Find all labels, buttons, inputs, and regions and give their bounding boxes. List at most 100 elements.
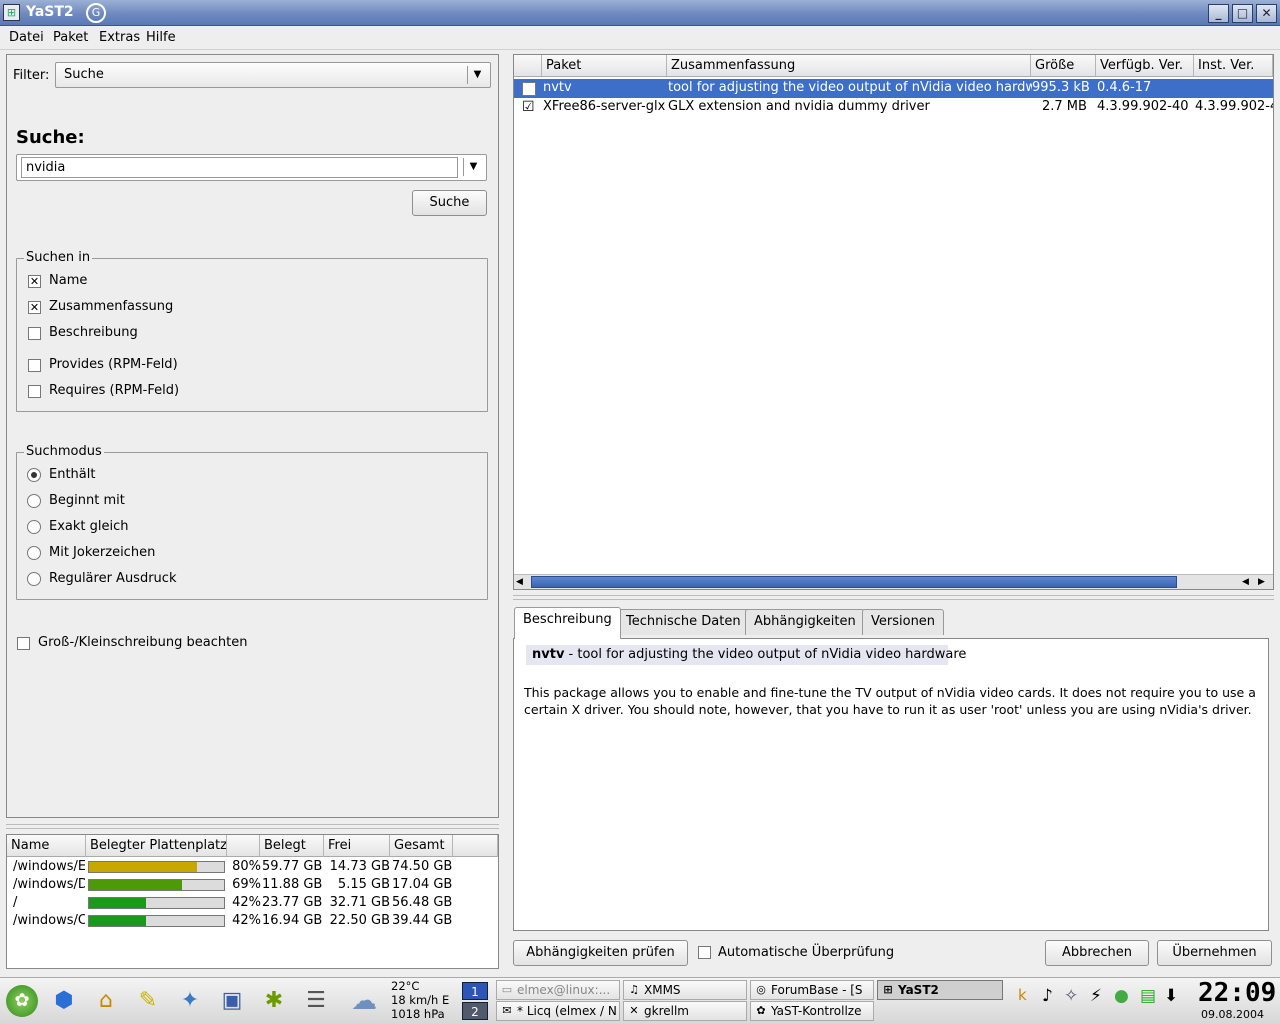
title-bar[interactable]: ⊞ YaST2 G _ □ ✕ [0, 0, 1280, 26]
minimize-button[interactable]: _ [1208, 4, 1229, 23]
cube-icon[interactable]: ⬢ [48, 985, 80, 1017]
disk-usage-fill [89, 898, 146, 908]
scrollbar-thumb[interactable] [531, 576, 1177, 588]
task-yast-control[interactable]: ✿ YaST-Kontrollze [750, 1001, 874, 1021]
settings-icon[interactable]: ✧ [1064, 986, 1078, 1006]
search-text[interactable]: nvidia [21, 157, 458, 178]
disk-used: 16.94 GB [262, 913, 323, 928]
menu-paket[interactable]: Paket [53, 30, 88, 45]
task-label: gkrellm [644, 1004, 689, 1018]
col-header-status[interactable] [514, 55, 542, 77]
label-contains: Enthält [49, 467, 96, 482]
chevron-down-icon[interactable]: ▼ [467, 66, 487, 84]
radio-wildcard[interactable] [27, 546, 41, 560]
volume-icon[interactable]: ♪ [1042, 986, 1053, 1006]
filter-select[interactable]: Suche ▼ [55, 62, 491, 88]
col-header-name[interactable]: Name [7, 835, 86, 857]
weather-cloud-icon: ☁ [351, 986, 377, 1016]
package-summary: tool for adjusting the video output of n… [668, 80, 1032, 95]
clock-time[interactable]: 22:09 [1198, 978, 1276, 1008]
vertical-splitter[interactable] [6, 824, 499, 829]
checkbox-requires[interactable] [28, 385, 41, 398]
radio-exact[interactable] [27, 520, 41, 534]
disk-usage-table: Name Belegter Plattenplatz Belegt Frei G… [6, 834, 499, 969]
col-header-size[interactable]: Größe [1031, 55, 1096, 77]
description-line-2: certain X driver. You should note, howev… [524, 702, 1252, 717]
description-header: nvtv - tool for adjusting the video outp… [526, 645, 966, 665]
radio-regex[interactable] [27, 572, 41, 586]
tab-dependencies[interactable]: Abhängigkeiten [745, 609, 865, 635]
checkbox-description[interactable] [28, 327, 41, 340]
check-dependencies-button[interactable]: Abhängigkeiten prüfen [513, 940, 688, 966]
yast-tools-icon[interactable]: ✱ [258, 985, 290, 1017]
plug-icon[interactable]: ⚡ [1090, 986, 1102, 1006]
search-button[interactable]: Suche [412, 190, 487, 216]
menu-datei[interactable]: Datei [9, 30, 44, 45]
accept-button[interactable]: Übernehmen [1157, 940, 1272, 966]
radio-contains[interactable] [27, 468, 41, 482]
filter-value: Suche [64, 67, 104, 82]
col-header-used[interactable]: Belegt [260, 835, 324, 857]
col-header-installed-version[interactable]: Inst. Ver. [1194, 55, 1273, 77]
package-checkbox[interactable] [522, 82, 536, 96]
task-terminal[interactable]: ▭ elmex@linux:... [496, 980, 620, 1000]
checkbox-name[interactable]: ✕ [28, 275, 41, 288]
package-summary: GLX extension and nvidia dummy driver [668, 99, 930, 114]
col-header-percent[interactable] [227, 835, 260, 857]
task-licq[interactable]: ✉ * Licq (elmex / N [496, 1001, 620, 1021]
task-label: YaST-Kontrollze [771, 1004, 862, 1018]
disk-used: 11.88 GB [262, 877, 323, 892]
checkbox-provides[interactable] [28, 359, 41, 372]
desktop-1[interactable]: 1 [462, 982, 488, 1000]
download-icon[interactable]: ⬇ [1164, 986, 1178, 1006]
tab-description[interactable]: Beschreibung [514, 607, 621, 639]
cancel-button[interactable]: Abbrechen [1045, 940, 1149, 966]
col-header-free[interactable]: Frei [324, 835, 390, 857]
task-forumbase[interactable]: ◎ ForumBase - [S [750, 980, 874, 1000]
package-name: XFree86-server-glx [543, 99, 665, 114]
task-label: ForumBase - [S [771, 983, 863, 997]
menu-extras[interactable]: Extras [99, 30, 140, 45]
gecko-tray-icon[interactable]: ● [1114, 986, 1129, 1006]
disk-usage-fill [89, 880, 183, 890]
horizontal-scrollbar[interactable]: ◀ ◀ ▶ [514, 574, 1273, 589]
col-header-summary[interactable]: Zusammenfassung [667, 55, 1031, 77]
task-xmms[interactable]: ♫ XMMS [623, 980, 747, 1000]
kmenu-gecko-icon[interactable]: ✿ [6, 985, 38, 1017]
tab-versions[interactable]: Versionen [862, 609, 945, 635]
description-view: nvtv - tool for adjusting the video outp… [513, 638, 1269, 931]
col-header-available-version[interactable]: Verfügb. Ver. [1096, 55, 1194, 77]
menu-hilfe[interactable]: Hilfe [146, 30, 176, 45]
scroll-left-icon-2[interactable]: ◀ [1242, 576, 1254, 588]
control-center-icon[interactable]: ▣ [216, 985, 248, 1017]
kmail-icon[interactable]: k [1018, 986, 1036, 1008]
radio-begins-with[interactable] [27, 494, 41, 508]
checkbox-case-sensitive[interactable] [17, 637, 30, 650]
desktop-2[interactable]: 2 [462, 1002, 488, 1020]
disk-free: 5.15 GB [337, 877, 390, 892]
task-label: XMMS [644, 983, 681, 997]
installed-check-icon[interactable]: ☑ [522, 100, 536, 114]
monitor-icon[interactable]: ▤ [1140, 986, 1156, 1006]
checkbox-auto-check[interactable] [698, 946, 711, 959]
network-icon[interactable]: ✦ [174, 985, 206, 1017]
col-header-total[interactable]: Gesamt [390, 835, 453, 857]
maximize-button[interactable]: □ [1232, 4, 1253, 23]
horizontal-splitter[interactable] [513, 595, 1274, 600]
tab-technical-data[interactable]: Technische Daten [617, 609, 750, 635]
task-gkrellm[interactable]: ✕ gkrellm [623, 1001, 747, 1021]
task-yast2[interactable]: ⊞ YaST2 [877, 980, 1003, 1000]
scroll-left-icon[interactable]: ◀ [516, 576, 528, 588]
label-requires: Requires (RPM-Feld) [49, 383, 180, 398]
col-header-package[interactable]: Paket [542, 55, 667, 77]
search-input[interactable]: nvidia ▼ [16, 154, 487, 181]
checkbox-summary[interactable]: ✕ [28, 301, 41, 314]
yast-app-icon[interactable]: ⊞ [3, 4, 20, 21]
notes-icon[interactable]: ✎ [132, 985, 164, 1017]
close-button[interactable]: ✕ [1256, 4, 1277, 23]
col-header-usage[interactable]: Belegter Plattenplatz [86, 835, 227, 857]
scroll-right-icon[interactable]: ▶ [1258, 576, 1270, 588]
home-folder-icon[interactable]: ⌂ [90, 985, 122, 1017]
text-editor-icon[interactable]: ☰ [300, 985, 332, 1017]
chevron-down-icon[interactable]: ▼ [463, 158, 483, 176]
